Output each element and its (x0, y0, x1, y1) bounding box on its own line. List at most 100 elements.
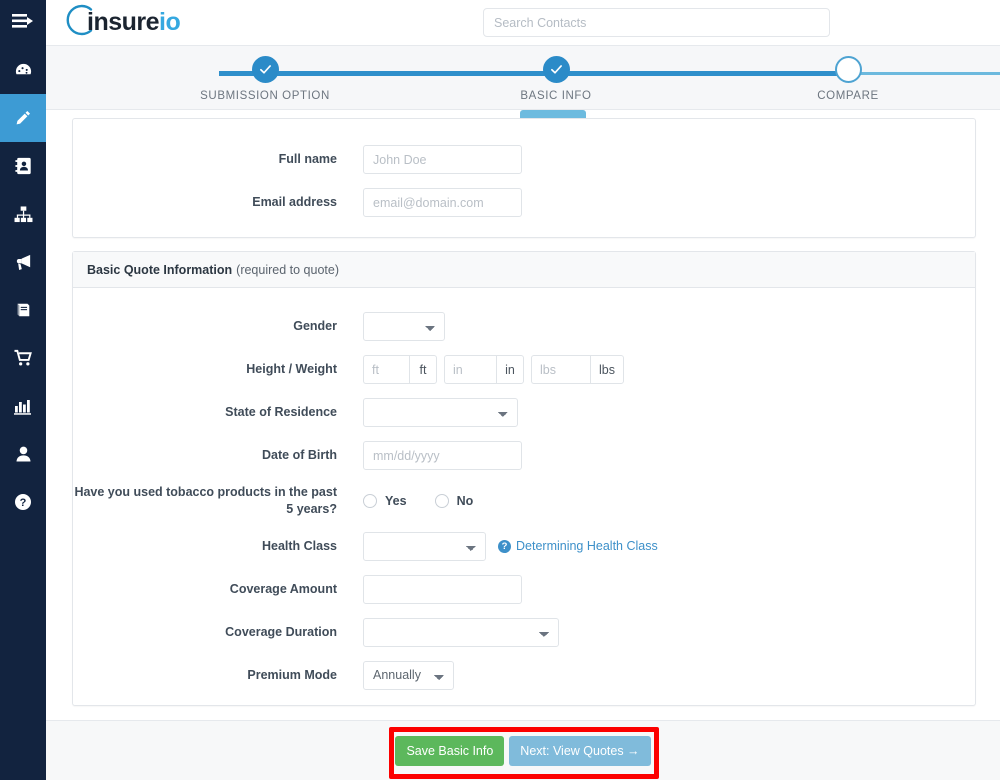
app-root: ? insureio Search Contacts SUBMISSION OP… (0, 0, 1000, 780)
height-inches-group: in (444, 355, 524, 384)
state-label: State of Residence (225, 405, 337, 420)
full-name-input[interactable] (363, 145, 522, 174)
premium-mode-select[interactable]: Annually (363, 660, 454, 690)
sidebar-item-orders[interactable] (0, 334, 46, 382)
logo-text: insureio (87, 8, 181, 36)
hamburger-arrow-icon (12, 13, 34, 34)
question-circle-icon: ? (498, 539, 511, 553)
premium-mode-label: Premium Mode (247, 667, 337, 682)
form-row-gender: Gender (73, 312, 975, 341)
coverage-amount-input[interactable] (363, 574, 522, 604)
step-label: COMPARE (817, 90, 879, 102)
form-row-tobacco: Have you used tobacco products in the pa… (73, 484, 975, 518)
progress-stepper: SUBMISSION OPTION BASIC INFO COMPARE (46, 46, 1000, 110)
determining-health-class-link[interactable]: ? Determining Health Class (498, 539, 658, 553)
step-basic-info[interactable]: BASIC INFO (466, 56, 646, 102)
health-class-label: Health Class (261, 538, 337, 553)
step-circle-done (251, 56, 279, 83)
weight-input[interactable] (531, 355, 590, 384)
form-row-state: State of Residence (73, 398, 975, 427)
sidebar: ? (0, 0, 46, 780)
tobacco-label: Have you used tobacco products in the pa… (74, 485, 337, 516)
coverage-duration-select[interactable] (363, 617, 559, 647)
state-select[interactable] (363, 398, 518, 427)
shopping-cart-icon (13, 349, 33, 367)
search-input[interactable] (483, 8, 830, 37)
health-class-select[interactable] (363, 531, 486, 561)
form-footer: Save Basic Info Next: View Quotes → (46, 720, 1000, 780)
sidebar-item-account[interactable] (0, 430, 46, 478)
form-row-email: Email address (73, 188, 975, 217)
megaphone-icon (14, 253, 33, 271)
weight-group: lbs (531, 355, 624, 384)
height-feet-addon: ft (409, 355, 437, 384)
sidebar-item-help[interactable]: ? (0, 478, 46, 526)
coverage-duration-label: Coverage Duration (225, 624, 337, 639)
sidebar-item-sitemap[interactable] (0, 190, 46, 238)
help-link-label: Determining Health Class (516, 539, 658, 554)
sidebar-item-marketing[interactable] (0, 238, 46, 286)
panel-title: Basic Quote Information (87, 262, 233, 277)
top-bar: insureio (46, 0, 1000, 46)
form-row-dob: Date of Birth (73, 441, 975, 470)
basic-quote-panel: Basic Quote Information (required to quo… (72, 251, 976, 706)
tobacco-yes-label: Yes (385, 493, 407, 508)
form-row-health-class: Health Class ? Determining Health Class (73, 531, 975, 561)
app-logo[interactable]: insureio (60, 3, 181, 42)
gender-label: Gender (293, 319, 337, 334)
dob-input[interactable] (363, 441, 522, 470)
radio-circle-icon (434, 493, 449, 508)
contact-card-icon (14, 157, 32, 175)
height-inches-addon: in (496, 355, 524, 384)
coverage-amount-label: Coverage Amount (229, 581, 337, 596)
dob-label: Date of Birth (262, 448, 337, 463)
height-inches-input[interactable] (444, 355, 496, 384)
sidebar-toggle-button[interactable] (0, 0, 46, 46)
check-icon (550, 65, 562, 74)
email-input[interactable] (363, 188, 522, 217)
tobacco-yes-radio[interactable]: Yes (363, 493, 407, 508)
save-basic-info-button[interactable]: Save Basic Info (395, 735, 505, 766)
sidebar-item-quote[interactable] (0, 94, 46, 142)
height-feet-input[interactable] (363, 355, 409, 384)
tobacco-no-radio[interactable]: No (434, 493, 474, 508)
contact-info-panel: Full name Email address (72, 118, 976, 238)
pencil-icon (14, 109, 32, 127)
step-compare[interactable]: COMPARE (758, 56, 938, 102)
form-row-coverage-amount: Coverage Amount (73, 574, 975, 604)
user-icon (15, 445, 32, 463)
form-row-height-weight: Height / Weight ft in (73, 355, 975, 384)
form-row-premium-mode: Premium Mode Annually (73, 660, 975, 690)
form-row-coverage-duration: Coverage Duration (73, 617, 975, 647)
tobacco-no-label: No (456, 493, 474, 508)
step-submission-option[interactable]: SUBMISSION OPTION (175, 56, 355, 102)
form-row-full-name: Full name (73, 145, 975, 174)
step-label: SUBMISSION OPTION (200, 90, 330, 102)
sidebar-item-reports[interactable] (0, 382, 46, 430)
next-view-quotes-button[interactable]: Next: View Quotes → (509, 735, 651, 766)
height-feet-group: ft (363, 355, 437, 384)
sitemap-icon (14, 205, 33, 223)
check-icon (259, 65, 271, 74)
step-circle-todo (834, 56, 862, 83)
sidebar-item-dashboard[interactable] (0, 46, 46, 94)
book-icon (14, 301, 32, 319)
height-weight-label: Height / Weight (246, 362, 337, 377)
step-label: BASIC INFO (520, 90, 592, 102)
sidebar-item-contacts[interactable] (0, 142, 46, 190)
panel-header: Basic Quote Information (required to quo… (73, 252, 975, 288)
sidebar-item-library[interactable] (0, 286, 46, 334)
content-area: Full name Email address (46, 110, 1000, 720)
panel-title-note: (required to quote) (236, 262, 339, 277)
bar-chart-icon (14, 398, 32, 415)
weight-addon: lbs (590, 355, 624, 384)
step-circle-done (542, 56, 570, 83)
help-circle-icon: ? (14, 493, 32, 511)
full-name-label: Full name (278, 152, 337, 167)
search-wrapper (483, 8, 830, 37)
dashboard-gauge-icon (14, 61, 33, 80)
gender-select[interactable] (363, 312, 445, 341)
main-area: insureio SUBMISSION OPTION (46, 0, 1000, 780)
radio-circle-icon (363, 493, 377, 508)
email-label: Email address (252, 195, 337, 210)
